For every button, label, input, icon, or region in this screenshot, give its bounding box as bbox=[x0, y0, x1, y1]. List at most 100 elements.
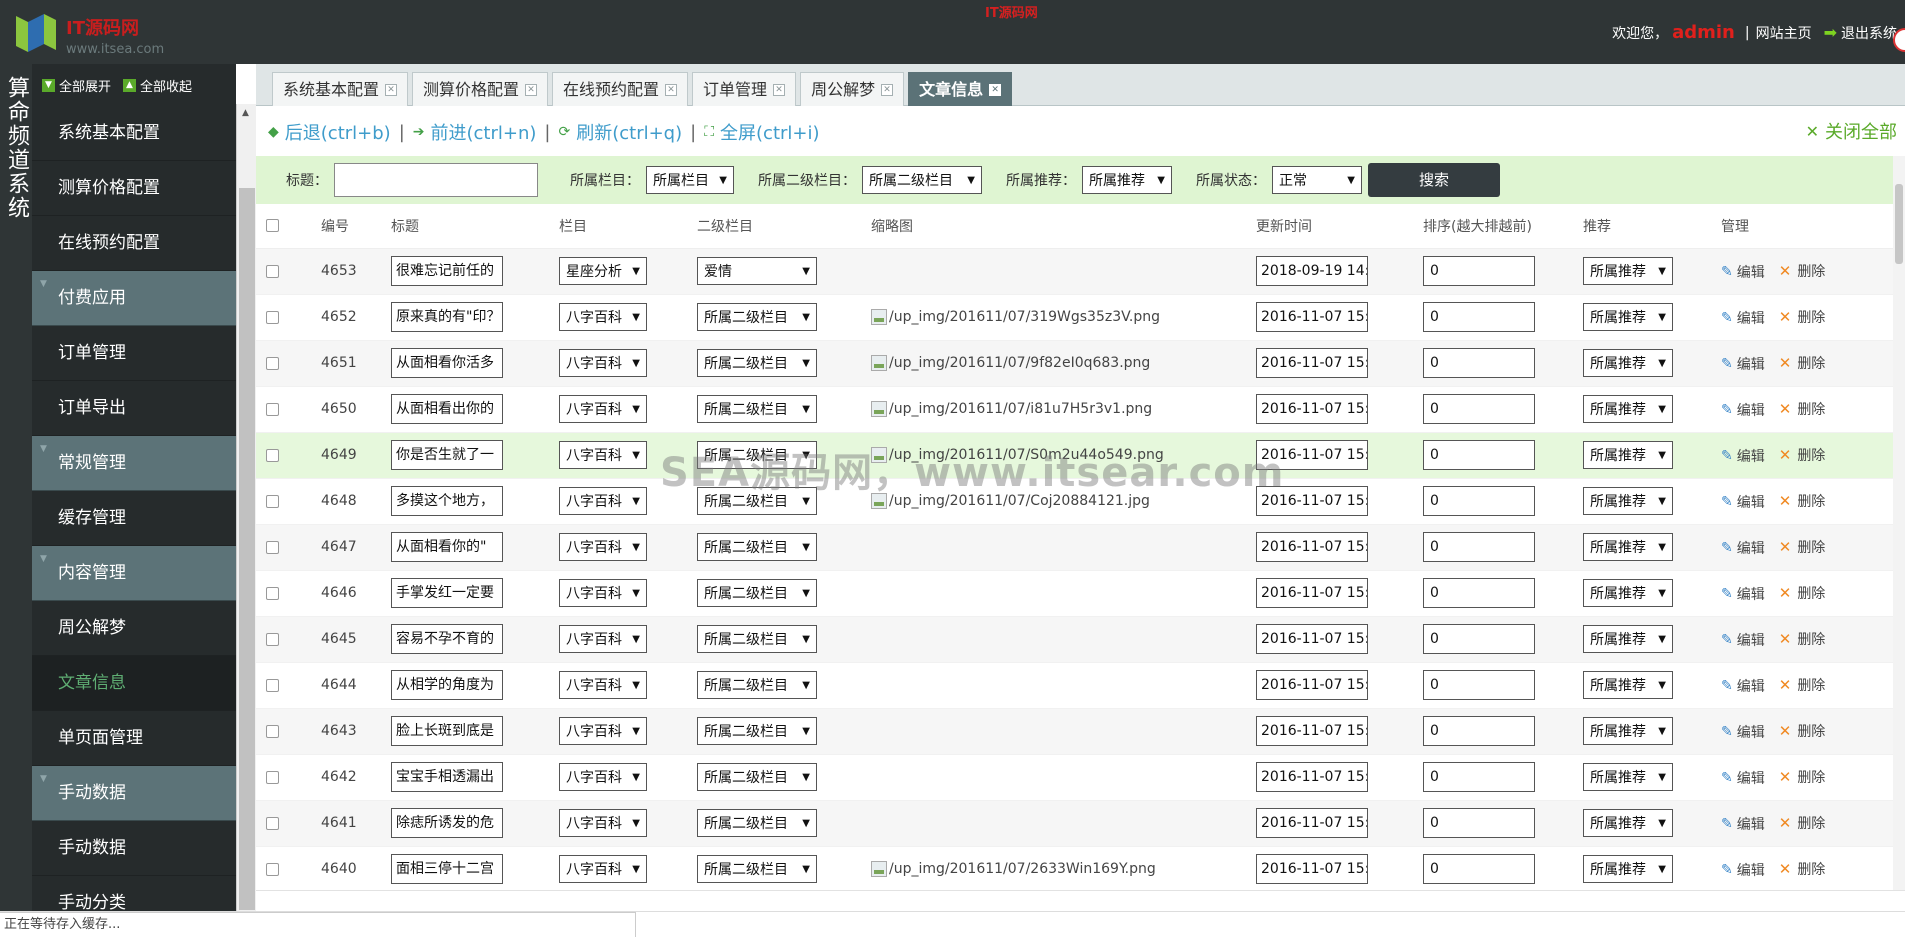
sort-input[interactable]: 0 bbox=[1423, 486, 1535, 516]
row-checkbox[interactable] bbox=[266, 770, 279, 784]
scrollbar-thumb[interactable] bbox=[1895, 184, 1903, 264]
edit-button[interactable]: ✎ 编辑 bbox=[1721, 354, 1765, 374]
column-select[interactable]: 八字百科 ▼ bbox=[559, 809, 647, 837]
sidebar-item-4[interactable]: 订单管理 bbox=[32, 326, 236, 381]
subcolumn-select[interactable]: 所属二级栏目 ▼ bbox=[697, 855, 817, 883]
update-time-input[interactable]: 2016-11-07 15: bbox=[1256, 348, 1368, 378]
sidebar-group-12[interactable]: ▼ 手动数据 bbox=[32, 766, 236, 821]
update-time-input[interactable]: 2016-11-07 15: bbox=[1256, 440, 1368, 470]
update-time-input[interactable]: 2016-11-07 15: bbox=[1256, 486, 1368, 516]
subcolumn-select[interactable]: 所属二级栏目 ▼ bbox=[697, 441, 817, 469]
recommend-select[interactable]: 所属推荐 ▼ bbox=[1583, 487, 1673, 515]
close-all-button[interactable]: ✕ 关闭全部 bbox=[1806, 118, 1897, 144]
subcolumn-select[interactable]: 所属二级栏目 ▼ bbox=[697, 809, 817, 837]
title-input[interactable]: 手掌发红一定要 bbox=[391, 578, 503, 608]
delete-button[interactable]: ✕ 删除 bbox=[1779, 445, 1826, 465]
sidebar-item-7[interactable]: 缓存管理 bbox=[32, 491, 236, 546]
tab-close-icon[interactable]: ✕ bbox=[989, 83, 1002, 96]
tab-close-icon[interactable]: ✕ bbox=[773, 83, 786, 96]
column-select[interactable]: 八字百科 ▼ bbox=[559, 395, 647, 423]
subcolumn-select[interactable]: 所属二级栏目 ▼ bbox=[697, 533, 817, 561]
recommend-select[interactable]: 所属推荐 ▼ bbox=[1583, 579, 1673, 607]
title-input[interactable]: 宝宝手相透漏出 bbox=[391, 762, 503, 792]
column-select[interactable]: 八字百科 ▼ bbox=[559, 855, 647, 883]
tab-4[interactable]: 周公解梦 ✕ bbox=[800, 72, 905, 106]
update-time-input[interactable]: 2016-11-07 15: bbox=[1256, 302, 1368, 332]
column-select[interactable]: 八字百科 ▼ bbox=[559, 487, 647, 515]
sidebar-item-11[interactable]: 单页面管理 bbox=[32, 711, 236, 766]
delete-button[interactable]: ✕ 删除 bbox=[1779, 261, 1826, 281]
sidebar-item-1[interactable]: 测算价格配置 bbox=[32, 161, 236, 216]
tab-3[interactable]: 订单管理 ✕ bbox=[692, 72, 797, 106]
scrollbar-thumb[interactable] bbox=[239, 188, 255, 910]
column-select[interactable]: 八字百科 ▼ bbox=[559, 717, 647, 745]
fullscreen-button[interactable]: ⛶ 全屏(ctrl+i) bbox=[704, 119, 819, 145]
edit-button[interactable]: ✎ 编辑 bbox=[1721, 584, 1765, 604]
column-select[interactable]: 八字百科 ▼ bbox=[559, 441, 647, 469]
title-input[interactable]: 多摸这个地方， bbox=[391, 486, 503, 516]
logout-link[interactable]: 退出系统 bbox=[1841, 23, 1897, 43]
row-checkbox[interactable] bbox=[266, 540, 279, 554]
title-input[interactable]: 从面相看你的" bbox=[391, 532, 503, 562]
title-input[interactable]: 很难忘记前任的 bbox=[391, 256, 503, 286]
update-time-input[interactable]: 2016-11-07 15: bbox=[1256, 532, 1368, 562]
column-select[interactable]: 八字百科 ▼ bbox=[559, 579, 647, 607]
column-select[interactable]: 八字百科 ▼ bbox=[559, 625, 647, 653]
update-time-input[interactable]: 2016-11-07 15: bbox=[1256, 578, 1368, 608]
update-time-input[interactable]: 2016-11-07 15: bbox=[1256, 670, 1368, 700]
edit-button[interactable]: ✎ 编辑 bbox=[1721, 860, 1765, 880]
horizontal-scrollbar[interactable] bbox=[256, 890, 1905, 911]
subcolumn-select[interactable]: 所属二级栏目 ▼ bbox=[697, 671, 817, 699]
sort-input[interactable]: 0 bbox=[1423, 624, 1535, 654]
status-select[interactable]: 正常 ▼ bbox=[1272, 166, 1362, 194]
edit-button[interactable]: ✎ 编辑 bbox=[1721, 768, 1765, 788]
subcolumn-select[interactable]: 所属二级栏目 ▼ bbox=[697, 349, 817, 377]
subcolumn-select[interactable]: 所属二级栏目 ▼ bbox=[697, 487, 817, 515]
sort-input[interactable]: 0 bbox=[1423, 348, 1535, 378]
column-select[interactable]: 星座分析 ▼ bbox=[559, 257, 647, 285]
sidebar-item-9[interactable]: 周公解梦 bbox=[32, 601, 236, 656]
recommend-select[interactable]: 所属推荐 ▼ bbox=[1583, 671, 1673, 699]
row-checkbox[interactable] bbox=[266, 816, 279, 830]
edit-button[interactable]: ✎ 编辑 bbox=[1721, 308, 1765, 328]
sort-input[interactable]: 0 bbox=[1423, 302, 1535, 332]
edit-button[interactable]: ✎ 编辑 bbox=[1721, 814, 1765, 834]
tab-5[interactable]: 文章信息 ✕ bbox=[908, 72, 1013, 106]
recommend-select[interactable]: 所属推荐 ▼ bbox=[1583, 441, 1673, 469]
row-checkbox[interactable] bbox=[266, 494, 279, 508]
title-search-input[interactable] bbox=[334, 163, 538, 197]
update-time-input[interactable]: 2016-11-07 15: bbox=[1256, 808, 1368, 838]
tab-2[interactable]: 在线预约配置 ✕ bbox=[552, 72, 689, 106]
column-select[interactable]: 八字百科 ▼ bbox=[559, 349, 647, 377]
sort-input[interactable]: 0 bbox=[1423, 394, 1535, 424]
title-input[interactable]: 原来真的有"印？ bbox=[391, 302, 503, 332]
content-scrollbar[interactable] bbox=[1893, 156, 1905, 890]
row-checkbox[interactable] bbox=[266, 402, 279, 416]
title-input[interactable]: 除痣所诱发的危 bbox=[391, 808, 503, 838]
select-all-checkbox[interactable] bbox=[266, 219, 279, 233]
tab-1[interactable]: 测算价格配置 ✕ bbox=[412, 72, 549, 106]
title-input[interactable]: 从面相看出你的 bbox=[391, 394, 503, 424]
sort-input[interactable]: 0 bbox=[1423, 578, 1535, 608]
tab-close-icon[interactable]: ✕ bbox=[665, 83, 678, 96]
edit-button[interactable]: ✎ 编辑 bbox=[1721, 676, 1765, 696]
subcolumn-select[interactable]: 所属二级栏目 ▼ bbox=[697, 625, 817, 653]
scroll-up-icon[interactable]: ▲ bbox=[242, 108, 249, 118]
row-checkbox[interactable] bbox=[266, 678, 279, 692]
edit-button[interactable]: ✎ 编辑 bbox=[1721, 538, 1765, 558]
title-input[interactable]: 容易不孕不育的 bbox=[391, 624, 503, 654]
row-checkbox[interactable] bbox=[266, 724, 279, 738]
column-select[interactable]: 八字百科 ▼ bbox=[559, 303, 647, 331]
delete-button[interactable]: ✕ 删除 bbox=[1779, 675, 1826, 695]
sort-input[interactable]: 0 bbox=[1423, 808, 1535, 838]
subcolumn-select[interactable]: 所属二级栏目 ▼ bbox=[697, 303, 817, 331]
update-time-input[interactable]: 2016-11-07 15: bbox=[1256, 394, 1368, 424]
row-checkbox[interactable] bbox=[266, 448, 279, 462]
recommend-select[interactable]: 所属推荐 ▼ bbox=[1583, 855, 1673, 883]
sidebar-group-3[interactable]: ▼ 付费应用 bbox=[32, 271, 236, 326]
edit-button[interactable]: ✎ 编辑 bbox=[1721, 722, 1765, 742]
collapse-all-button[interactable]: ▲ 全部收起 bbox=[123, 76, 192, 95]
row-checkbox[interactable] bbox=[266, 310, 279, 324]
update-time-input[interactable]: 2016-11-07 15: bbox=[1256, 716, 1368, 746]
title-input[interactable]: 从面相看你活多 bbox=[391, 348, 503, 378]
